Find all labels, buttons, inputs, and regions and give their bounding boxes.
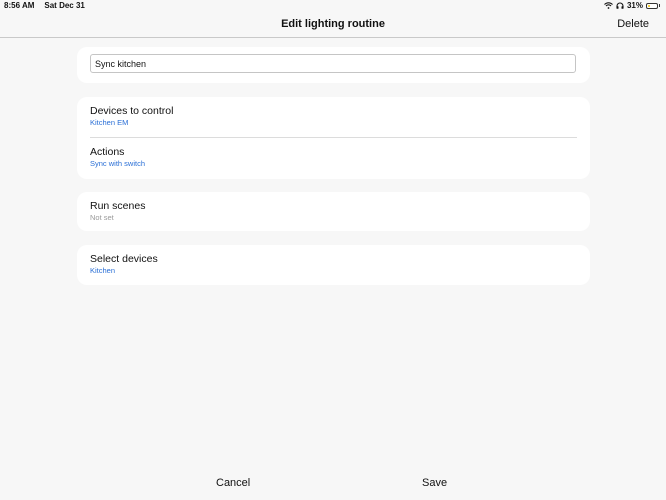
actions-label: Actions	[90, 146, 125, 158]
headphones-icon	[616, 2, 624, 9]
select-devices-card: Select devices Kitchen	[77, 245, 590, 285]
devices-to-control-label: Devices to control	[90, 105, 174, 117]
status-time: 8:56 AM	[4, 1, 35, 10]
routine-name-input[interactable]	[90, 54, 576, 73]
battery-fill	[648, 4, 651, 7]
status-bar: 8:56 AM Sat Dec 31 31%	[0, 0, 666, 12]
navigation-bar: Edit lighting routine Delete	[0, 12, 666, 38]
battery-cap	[659, 4, 660, 7]
status-date: Sat Dec 31	[44, 1, 85, 10]
select-devices-value: Kitchen	[90, 266, 116, 275]
run-scenes-card: Run scenes Not set	[77, 192, 590, 231]
save-button[interactable]: Save	[422, 477, 447, 489]
run-scenes-value: Not set	[90, 213, 114, 222]
delete-button[interactable]: Delete	[617, 18, 649, 30]
status-right: 31%	[604, 1, 660, 10]
run-scenes-row[interactable]: Run scenes Not set	[90, 200, 577, 223]
cancel-button[interactable]: Cancel	[216, 477, 250, 489]
status-left: 8:56 AM Sat Dec 31	[4, 1, 85, 10]
run-scenes-label: Run scenes	[90, 200, 146, 212]
select-devices-row[interactable]: Select devices Kitchen	[90, 253, 577, 276]
battery-percent: 31%	[626, 1, 643, 10]
devices-to-control-row[interactable]: Devices to control Kitchen EM	[90, 105, 577, 128]
page-title: Edit lighting routine	[281, 18, 385, 30]
devices-to-control-value: Kitchen EM	[90, 118, 129, 127]
wifi-icon	[604, 2, 613, 9]
actions-row[interactable]: Actions Sync with switch	[90, 146, 577, 169]
divider	[90, 137, 577, 138]
battery-icon	[646, 2, 660, 9]
select-devices-label: Select devices	[90, 253, 158, 265]
routine-name-card	[77, 47, 590, 83]
devices-actions-card: Devices to control Kitchen EM Actions Sy…	[77, 97, 590, 179]
actions-value: Sync with switch	[90, 159, 146, 168]
battery-body	[646, 2, 658, 9]
